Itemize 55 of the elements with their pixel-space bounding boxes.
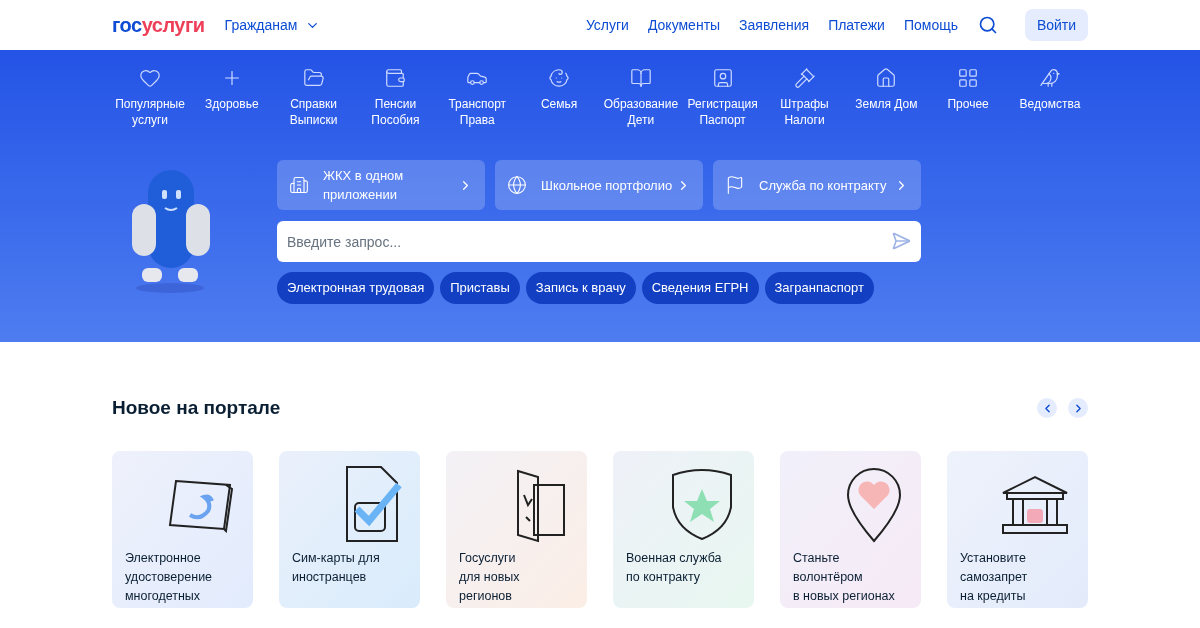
news-card[interactable]: Сим-карты для иностранцев (279, 450, 420, 608)
audience-dropdown[interactable]: Гражданам (224, 14, 321, 36)
folder-icon (302, 67, 325, 89)
news-card[interactable]: Электронное удостоверение многодетных (112, 450, 253, 608)
category-link[interactable]: Регистрация Паспорт (684, 67, 761, 128)
book-icon (629, 67, 652, 89)
login-button[interactable]: Войти (1025, 9, 1088, 41)
category-link[interactable]: Справки Выписки (275, 67, 352, 128)
nav-link[interactable]: Заявления (739, 14, 810, 36)
category-link[interactable]: Штрафы Налоги (766, 67, 843, 128)
suggestion-chip[interactable]: Загранпаспорт (764, 272, 874, 304)
news-card[interactable]: Установите самозапрет на кредиты (947, 450, 1088, 608)
previous-button[interactable] (1037, 398, 1057, 419)
news-card[interactable]: Станьте волонтёром в новых регионах (780, 450, 921, 608)
suggestion-chip[interactable]: Запись к врачу (525, 272, 636, 304)
logo[interactable]: госуслуги (112, 10, 205, 40)
nav-link[interactable]: Документы (647, 14, 721, 36)
nav-link[interactable]: Услуги (585, 14, 629, 36)
suggestion-chip[interactable]: Электронная трудовая (277, 272, 435, 304)
nav-link[interactable]: Платежи (828, 14, 885, 36)
card-title: Установите самозапрет на кредиты (960, 549, 1029, 605)
search-icon[interactable] (978, 15, 998, 35)
card-title: Госуслуги для новых регионов (459, 549, 521, 605)
house-icon (875, 67, 898, 89)
baby-icon (548, 67, 571, 89)
news-card[interactable]: Военная служба по контракту (613, 450, 754, 608)
news-card[interactable]: Госуслуги для новых регионов (446, 450, 587, 608)
category-link[interactable]: Популярные услуги (112, 67, 188, 128)
building-icon (289, 175, 309, 195)
grid-icon (957, 67, 980, 89)
category-link[interactable]: Ведомства (1011, 67, 1088, 128)
card-title: Станьте волонтёром в новых регионах (793, 549, 896, 605)
category-link[interactable]: Земля Дом (848, 67, 925, 128)
flag-icon (725, 175, 745, 195)
category-link[interactable]: Образование Дети (602, 67, 679, 128)
suggestion-chip[interactable]: Приставы (440, 272, 520, 304)
card-title: Электронное удостоверение многодетных (125, 549, 214, 605)
heart-icon (139, 67, 161, 89)
wallet-icon (384, 67, 407, 89)
card-title: Военная служба по контракту (626, 549, 723, 586)
nav-link[interactable]: Помощь (903, 14, 958, 36)
category-link[interactable]: Здоровье (193, 67, 270, 128)
next-button[interactable] (1068, 398, 1088, 419)
search-field[interactable]: Введите запрос... (277, 221, 921, 262)
gavel-icon (793, 67, 816, 89)
category-link[interactable]: Пенсии Пособия (357, 67, 434, 128)
suggestion-chip[interactable]: Сведения ЕГРН (641, 272, 759, 304)
id-card-icon (711, 67, 734, 89)
bird-icon (1038, 67, 1061, 89)
category-link[interactable]: Прочее (930, 67, 1007, 128)
globe-icon (507, 175, 527, 195)
category-link[interactable]: Семья (521, 67, 598, 128)
section-title: Новое на портале (112, 396, 281, 420)
category-link[interactable]: Транспорт Права (439, 67, 516, 128)
card-title: Сим-карты для иностранцев (292, 549, 381, 586)
